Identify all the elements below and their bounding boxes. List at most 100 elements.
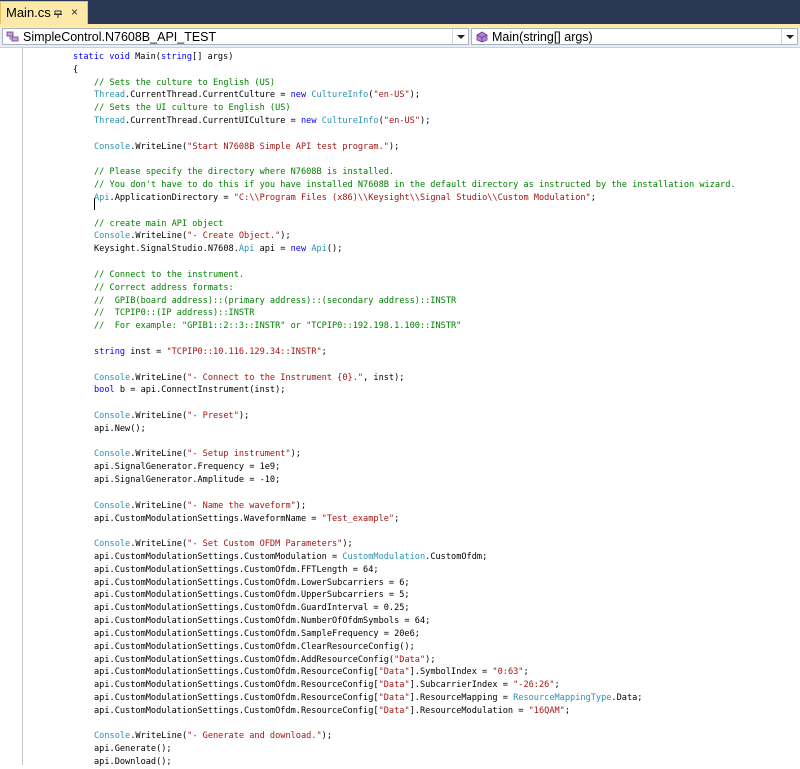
code-token: ); (238, 410, 250, 421)
code-token: ].SubcarrierIndex = (409, 680, 514, 691)
code-line[interactable]: { (73, 64, 78, 77)
code-token: .CustomOfdm; (425, 551, 488, 562)
code-line[interactable]: Thread.CurrentThread.CurrentCulture = ne… (94, 89, 420, 102)
code-line[interactable]: Console.WriteLine("- Preset"); (94, 410, 249, 423)
code-line[interactable]: bool b = api.ConnectInstrument(inst); (94, 384, 285, 397)
code-token: "-26:26" (513, 680, 555, 691)
code-token: ].ResourceModulation = (409, 705, 529, 716)
code-token: // Please specify the directory where N7… (94, 167, 395, 178)
code-line[interactable]: api.CustomModulationSettings.CustomOfdm.… (94, 679, 560, 692)
code-line[interactable]: api.CustomModulationSettings.CustomOfdm.… (94, 705, 570, 718)
tab-main-cs[interactable]: Main.cs × (0, 1, 88, 24)
member-dropdown-value: Main(string[] args) (492, 30, 593, 44)
code-token: CultureInfo (321, 116, 379, 127)
code-token: "C:\\Program Files (x86)\\Keysight\\Sign… (233, 193, 591, 204)
code-token: CustomModulation (342, 551, 426, 562)
code-line[interactable]: // GPIB(board address)::(primary address… (94, 295, 456, 308)
code-line[interactable]: api.Download(); (94, 756, 172, 769)
code-line[interactable]: api.SignalGenerator.Amplitude = -10; (94, 474, 280, 487)
code-line[interactable]: static void Main(string[] args) (73, 51, 233, 64)
code-line[interactable]: // You don't have to do this if you have… (94, 179, 736, 192)
navigation-bar: SimpleControl.N7608B_API_TEST Main(strin… (0, 27, 800, 48)
code-line[interactable]: // create main API object (94, 218, 223, 231)
code-line[interactable]: // Sets the UI culture to English (US) (94, 102, 291, 115)
code-token: Api (238, 244, 255, 255)
code-token: api.CustomModulationSettings.CustomOfdm.… (94, 590, 410, 601)
class-dropdown-value: SimpleControl.N7608B_API_TEST (23, 30, 217, 44)
code-token: Main( (129, 52, 161, 62)
code-line[interactable]: string inst = "TCPIP0::10.116.129.34::IN… (94, 346, 327, 359)
chevron-down-icon[interactable] (781, 29, 797, 44)
code-token: ); (388, 141, 400, 152)
code-line[interactable]: api.CustomModulationSettings.CustomOfdm.… (94, 654, 436, 667)
code-line[interactable]: api.CustomModulationSettings.CustomOfdm.… (94, 577, 410, 590)
code-line[interactable]: // Correct address formats: (94, 282, 234, 295)
code-line[interactable]: api.CustomModulationSettings.CustomOfdm.… (94, 615, 430, 628)
code-token: .CurrentThread.CurrentUICulture = (125, 116, 301, 127)
code-token: api.CustomModulationSettings.WaveformNam… (94, 513, 322, 524)
code-line[interactable]: api.CustomModulationSettings.WaveformNam… (94, 513, 399, 526)
code-line[interactable]: api.CustomModulationSettings.CustomModul… (94, 551, 487, 564)
code-token: ); (280, 231, 291, 242)
code-line[interactable]: Console.WriteLine("- Connect to the Inst… (94, 372, 404, 385)
code-editor[interactable]: static void Main(string[] args){ // Sets … (0, 48, 800, 767)
code-token: ); (321, 731, 333, 742)
code-token: .WriteLine( (130, 500, 188, 511)
code-token: api.CustomModulationSettings.CustomOfdm.… (94, 577, 410, 588)
code-token: api.CustomModulationSettings.CustomOfdm.… (94, 667, 379, 678)
code-token: api.CustomModulationSettings.CustomOfdm.… (94, 564, 379, 575)
code-line[interactable]: api.CustomModulationSettings.CustomOfdm.… (94, 641, 415, 654)
code-token: api.Generate(); (94, 744, 172, 755)
code-line[interactable]: api.CustomModulationSettings.CustomOfdm.… (94, 602, 410, 615)
code-line[interactable]: api.CustomModulationSettings.CustomOfdm.… (94, 692, 642, 705)
code-token: ); (295, 500, 307, 511)
code-token: "Test_example" (321, 513, 395, 524)
tab-title: Main.cs (6, 5, 51, 20)
code-token: { (73, 64, 79, 75)
code-line[interactable]: api.SignalGenerator.Frequency = 1e9; (94, 461, 280, 474)
code-line[interactable]: // Connect to the instrument. (94, 269, 244, 282)
code-line[interactable]: Thread.CurrentThread.CurrentUICulture = … (94, 115, 430, 128)
code-line[interactable]: // For example: "GPIB1::2::3::INSTR" or … (94, 320, 461, 333)
code-line[interactable]: api.CustomModulationSettings.CustomOfdm.… (94, 589, 410, 602)
code-token: "- Preset" (187, 410, 239, 421)
code-line[interactable]: api.CustomModulationSettings.CustomOfdm.… (94, 564, 379, 577)
class-dropdown[interactable]: SimpleControl.N7608B_API_TEST (2, 28, 469, 45)
code-token: api.New(); (94, 423, 146, 434)
code-line[interactable]: api.New(); (94, 423, 146, 436)
code-token: api.CustomModulationSettings.CustomOfdm.… (94, 603, 410, 614)
code-line[interactable]: // TCPIP0::(IP address)::INSTR (94, 307, 254, 320)
code-token: ); (409, 90, 421, 101)
code-line[interactable]: Keysight.SignalStudio.N7608.Api api = ne… (94, 243, 342, 256)
code-token: ); (425, 654, 436, 665)
code-line[interactable]: api.CustomModulationSettings.CustomOfdm.… (94, 628, 420, 641)
chevron-down-icon[interactable] (452, 29, 468, 44)
pin-icon[interactable] (53, 8, 63, 18)
code-line[interactable]: Console.WriteLine("- Generate and downlo… (94, 730, 332, 743)
code-line[interactable]: // Please specify the directory where N7… (94, 166, 394, 179)
code-token: .WriteLine( (130, 410, 188, 421)
code-line[interactable]: Api.ApplicationDirectory = "C:\\Program … (94, 192, 596, 205)
code-token: ; (564, 705, 571, 716)
code-token: // Sets the UI culture to English (US) (94, 103, 291, 114)
code-line[interactable]: api.Generate(); (94, 743, 172, 756)
code-token: Thread (94, 116, 126, 127)
code-line[interactable]: Console.WriteLine("Start N7608B Simple A… (94, 141, 399, 154)
code-line[interactable]: // Sets the culture to English (US) (94, 77, 275, 90)
code-line[interactable]: Console.WriteLine("- Name the waveform")… (94, 500, 306, 513)
code-line[interactable]: Console.WriteLine("- Set Custom OFDM Par… (94, 538, 353, 551)
code-line[interactable]: api.CustomModulationSettings.CustomOfdm.… (94, 666, 529, 679)
code-token: Console (94, 731, 131, 742)
code-token: "- Name the waveform" (187, 500, 296, 511)
code-line[interactable]: Console.WriteLine("- Setup instrument"); (94, 448, 301, 461)
code-token: api.Download(); (94, 757, 172, 768)
code-token: // Connect to the instrument. (94, 269, 245, 280)
member-dropdown[interactable]: Main(string[] args) (471, 28, 798, 45)
code-line[interactable]: Console.WriteLine("- Create Object."); (94, 230, 291, 243)
code-token: CultureInfo (311, 90, 369, 101)
code-token: api.CustomModulationSettings.CustomOfdm.… (94, 693, 379, 703)
code-token: "Data" (378, 680, 410, 691)
close-icon[interactable]: × (71, 5, 78, 19)
code-token: "16QAM" (528, 705, 565, 716)
code-token: [] args) (192, 52, 234, 62)
